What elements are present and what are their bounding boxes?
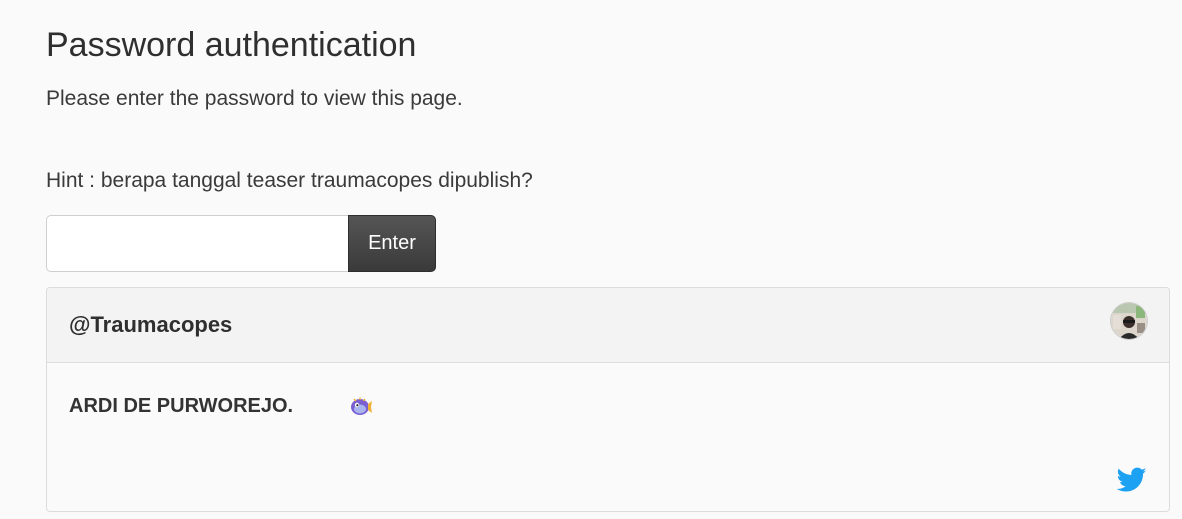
tweet-card-body: ARDI DE PURWOREJO. <box>47 363 1169 511</box>
tweet-text: ARDI DE PURWOREJO. <box>69 395 294 417</box>
twitter-bird-icon[interactable] <box>1117 467 1147 493</box>
user-avatar-icon[interactable] <box>1111 303 1147 339</box>
password-form: Enter <box>46 215 436 272</box>
twitter-handle-link[interactable]: @Traumacopes <box>69 312 232 338</box>
tweet-card: @Traumacopes ARDI DE PURWOREJO. <box>46 287 1170 512</box>
pufferfish-emoji-icon <box>351 397 372 415</box>
password-input[interactable] <box>46 215 348 272</box>
password-hint: Hint : berapa tanggal teaser traumacopes… <box>46 169 533 192</box>
page-title: Password authentication <box>46 26 417 64</box>
enter-button[interactable]: Enter <box>348 215 436 272</box>
page-description: Please enter the password to view this p… <box>46 87 463 110</box>
tweet-card-header: @Traumacopes <box>47 288 1169 363</box>
